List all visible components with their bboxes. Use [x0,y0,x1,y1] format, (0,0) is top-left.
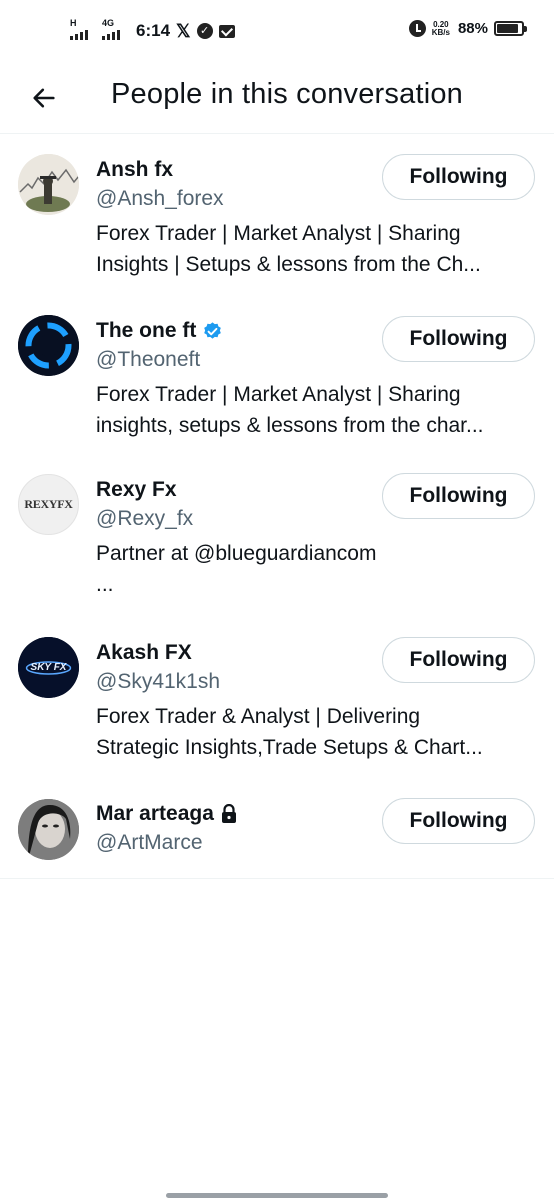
following-button[interactable]: Following [382,316,535,362]
user-name[interactable]: Mar arteaga [96,802,214,826]
following-button[interactable]: Following [382,637,535,683]
speed-unit: KB/s [431,27,450,37]
signal-icon: H [68,18,94,42]
network-type-4g: 4G [102,18,115,28]
user-list: Ansh fx @Ansh_forex Forex Trader | Marke… [0,135,554,879]
user-name[interactable]: Akash FX [96,641,192,665]
battery-percent: 88% [457,20,488,37]
avatar[interactable] [18,799,79,860]
home-indicator[interactable] [166,1193,388,1198]
circle-icon: ✓ [196,23,213,39]
following-button[interactable]: Following [382,154,535,200]
battery-icon [494,21,527,36]
alarm-icon [408,20,426,37]
following-button[interactable]: Following [382,798,535,844]
x-logo-icon: 𝕏 [176,20,191,41]
user-bio: Forex Trader | Market Analyst | Sharing … [96,383,484,437]
user-name[interactable]: Rexy Fx [96,478,177,502]
clock: 6:14 [136,21,171,40]
mail-icon [218,24,235,38]
list-item[interactable]: Mar arteaga @ArtMarce Following [0,779,554,879]
avatar[interactable] [18,315,79,376]
avatar[interactable]: SKY FX [18,637,79,698]
user-bio: Partner at @blueguardiancom ... [96,542,377,596]
arrow-left-icon [33,88,55,108]
page-title: People in this conversation [111,78,463,110]
avatar-logo-text: SKY FX [30,662,67,673]
list-divider [0,878,554,879]
list-item[interactable]: Ansh fx @Ansh_forex Forex Trader | Marke… [0,135,554,295]
user-name[interactable]: Ansh fx [96,158,173,182]
status-right: 0.20 KB/s 88% [408,20,527,37]
network-type-h: H [70,18,77,28]
header: People in this conversation [0,62,554,134]
user-bio: Forex Trader | Market Analyst | Sharing … [96,222,481,276]
lock-icon [220,804,238,824]
avatar[interactable]: REXYFX [18,474,79,535]
list-item[interactable]: The one ft @Theoneft Forex Trader | Mark… [0,295,554,453]
status-bar: H 4G 6:14 𝕏 ✓ 0.20 KB/s 88% [0,0,554,62]
verified-icon [202,321,223,342]
signal-icon: 4G [100,18,126,42]
list-item[interactable]: SKY FX Akash FX @Sky41k1sh Forex Trader … [0,617,554,779]
status-left: H 4G 6:14 𝕏 ✓ [68,18,235,42]
back-button[interactable] [22,76,66,120]
avatar[interactable] [18,154,79,215]
network-speed: 0.20 KB/s [431,20,450,37]
user-bio: Forex Trader & Analyst | Delivering Stra… [96,705,483,759]
user-name[interactable]: The one ft [96,319,196,343]
following-button[interactable]: Following [382,473,535,519]
avatar-logo-text: REXYFX [24,497,73,511]
list-item[interactable]: REXYFX Rexy Fx @Rexy_fx Partner at @blue… [0,453,554,617]
